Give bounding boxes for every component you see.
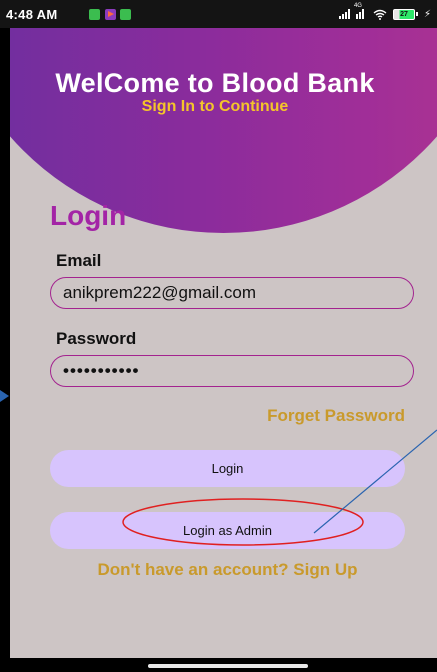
battery-icon: 27 bbox=[392, 8, 418, 20]
message-notification-icon bbox=[120, 9, 131, 20]
login-button[interactable]: Login bbox=[50, 450, 405, 487]
network-type-label: 4G bbox=[353, 3, 362, 9]
login-heading: Login bbox=[50, 200, 127, 231]
status-time: 4:48 AM bbox=[6, 7, 58, 22]
welcome-subtitle: Sign In to Continue bbox=[141, 98, 289, 115]
home-gesture-bar[interactable] bbox=[148, 664, 308, 668]
play-notification-icon bbox=[105, 9, 116, 20]
login-as-admin-button[interactable]: Login as Admin bbox=[50, 512, 405, 549]
welcome-title: WelCome to Blood Bank bbox=[55, 68, 375, 98]
annotation-arrow-icon bbox=[0, 390, 9, 402]
email-label: Email bbox=[56, 251, 102, 270]
status-bar: 4:48 AM 4G 27 ⚡ bbox=[0, 0, 437, 28]
sign-up-link[interactable]: Don't have an account? Sign Up bbox=[10, 560, 437, 580]
wifi-icon bbox=[373, 9, 387, 20]
battery-level: 27 bbox=[392, 8, 415, 20]
navigation-bar bbox=[0, 658, 437, 672]
status-icons: 4G 27 ⚡ bbox=[338, 3, 431, 22]
signal-icon bbox=[338, 9, 350, 19]
forget-password-link[interactable]: Forget Password bbox=[267, 406, 405, 426]
chat-notification-icon bbox=[89, 9, 100, 20]
password-input[interactable]: ••••••••••• bbox=[50, 355, 414, 387]
login-screen: WelCome to Blood Bank Sign In to Continu… bbox=[10, 28, 437, 658]
signal-4g-icon: 4G bbox=[354, 3, 367, 19]
phone-screen: 4:48 AM 4G 27 ⚡ WelCome to Blood Bank Si… bbox=[0, 0, 437, 672]
charging-icon: ⚡ bbox=[423, 8, 431, 20]
password-label: Password bbox=[56, 329, 137, 348]
email-input[interactable]: anikprem222@gmail.com bbox=[50, 277, 414, 309]
